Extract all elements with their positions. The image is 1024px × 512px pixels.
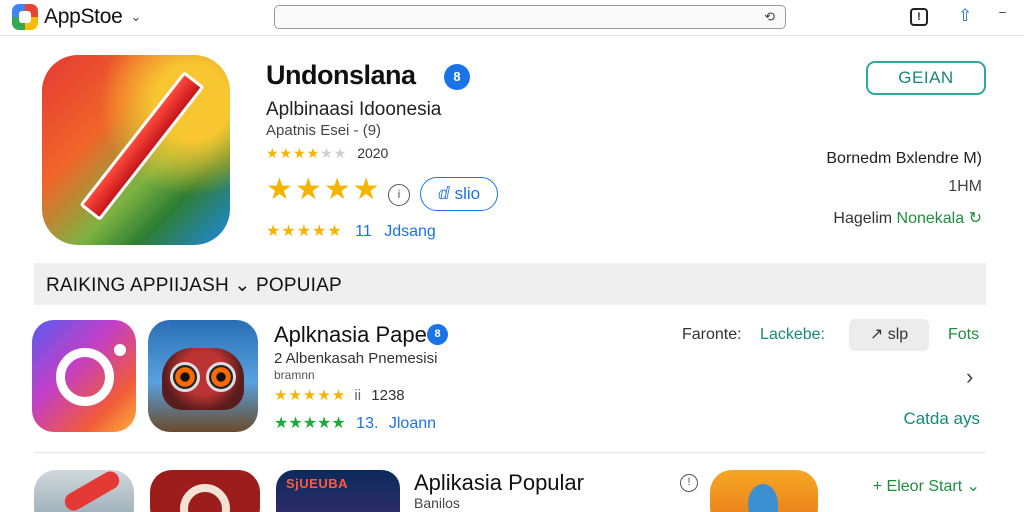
info-icon[interactable]: i	[388, 184, 410, 206]
ratings-link[interactable]: Jdsang	[384, 223, 436, 240]
list-item-subtitle: 2 Albenkasah Pnemesisi	[274, 350, 438, 367]
chevron-right-icon[interactable]: ›	[966, 364, 973, 390]
featured-app-icon[interactable]	[42, 55, 230, 245]
category-value: Nonekala	[896, 210, 965, 227]
list-item-subtitle: Banilos	[414, 495, 460, 511]
game-logo-text: SjUEUBA	[286, 476, 349, 491]
add-button[interactable]: + Eleor Start ⌄	[873, 476, 980, 496]
rating-summary: ★★★★★ 11 Jdsang	[266, 221, 436, 241]
meta-value[interactable]: Lackebe:	[760, 326, 825, 343]
open-button[interactable]: ↗ slp	[849, 319, 929, 351]
app-icon-slash-shape	[79, 71, 205, 221]
app-meta: Apatnis Esei - (9)	[266, 122, 382, 139]
rating-value: 2020	[357, 145, 389, 161]
star-icons: ★★★★★	[274, 387, 347, 404]
search-input[interactable]: ⟲	[274, 5, 786, 29]
more-icon[interactable]: ⁻	[998, 6, 1007, 26]
leaf-shape	[748, 484, 778, 512]
top-bar: AppStoe ⌄ ⟲ ! ⇧ ⁻	[0, 0, 1024, 36]
chevron-down-icon: ⌄	[130, 9, 142, 24]
star-icons: ★★★★★	[266, 223, 343, 240]
list-item-meta: Faronte: Lackebe:	[682, 326, 825, 344]
refresh-icon[interactable]: ⟲	[764, 9, 775, 25]
get-button[interactable]: GEIAN	[866, 61, 986, 95]
size-info: 1HM	[948, 178, 982, 195]
app-store-brand[interactable]: AppStoe ⌄	[12, 4, 141, 30]
app-tile-feather-icon[interactable]	[34, 470, 134, 512]
category-label: Hagelim	[833, 210, 893, 227]
list-item-title[interactable]: Aplikasia Popular	[414, 470, 584, 496]
app-tile-leaf-icon[interactable]	[710, 470, 818, 512]
feather-shape	[61, 470, 123, 512]
app-tile-game-icon[interactable]: SjUEUBA	[276, 470, 400, 512]
app-store-logo-icon	[12, 4, 38, 30]
ratings-link[interactable]: Jloann	[389, 415, 436, 432]
rating-value: 1238	[371, 387, 405, 404]
fots-link[interactable]: Fots	[948, 326, 979, 344]
robot-eye-left	[170, 362, 200, 392]
list-item-rating-2: ★★★★★ 13. Jloann	[274, 413, 436, 433]
category-link[interactable]: Catda ays	[903, 409, 980, 429]
brand-name: AppStoe	[44, 5, 123, 28]
verified-badge-icon: 8	[444, 64, 470, 90]
verified-badge-icon: 8	[427, 324, 448, 345]
big-star-rating: ★★★★	[266, 173, 382, 206]
star-icons: ★★★★★★	[266, 145, 348, 161]
star-icons: ★★★★★	[274, 415, 346, 432]
meta-label: Faronte:	[682, 326, 742, 343]
lens-ring-shape	[56, 348, 114, 406]
share-icon[interactable]: ⇧	[958, 6, 972, 26]
app-title: Undonslana	[266, 60, 416, 90]
app-tile-camera-icon[interactable]	[32, 320, 136, 432]
app-subtitle: Aplbinaasi Idoonesia	[266, 99, 442, 120]
ring-shape	[180, 484, 230, 512]
flash-dot-shape	[114, 344, 126, 356]
rating-count: 11	[355, 223, 372, 240]
action-chip[interactable]: ⅆ slio	[420, 177, 498, 211]
developer-info: Bornedm Bxlendre M)	[826, 150, 982, 167]
app-tile-robot-icon[interactable]	[148, 320, 258, 432]
info-icon[interactable]: !	[680, 474, 698, 492]
list-item-rating: ★★★★★ ii 1238	[274, 386, 405, 404]
refresh-icon: ↻	[968, 210, 982, 227]
divider	[34, 452, 986, 453]
robot-eye-right	[206, 362, 236, 392]
info-icon[interactable]: !	[910, 8, 928, 26]
list-item-subtitle-2: bramnn	[274, 368, 315, 382]
section-title[interactable]: RAIKING APPIIJASH ⌄ POPUIAP	[46, 274, 342, 297]
list-item-title[interactable]: Aplknasia Pape	[274, 322, 427, 348]
rating-separator: ii	[354, 387, 362, 404]
small-rating: ★★★★★★ 2020	[266, 145, 388, 162]
category-info[interactable]: Hagelim Nonekala ↻	[833, 208, 982, 228]
app-tile-ring-icon[interactable]	[150, 470, 260, 512]
section-header: RAIKING APPIIJASH ⌄ POPUIAP	[34, 263, 986, 305]
rating-count: 13.	[356, 415, 379, 432]
